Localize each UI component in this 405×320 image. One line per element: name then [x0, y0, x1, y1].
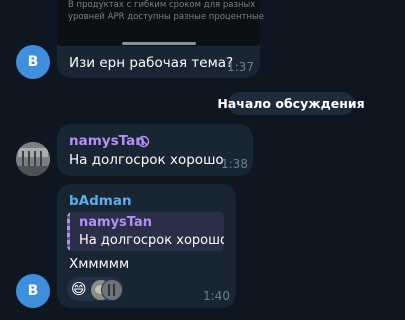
- grinning-face-icon[interactable]: 😄: [71, 279, 87, 299]
- message-text: Изи ерн рабочая тема?: [69, 55, 234, 71]
- avatar-namystan[interactable]: [16, 142, 50, 176]
- avatar-badman[interactable]: B: [16, 45, 50, 79]
- discussion-start-pill: Начало обсуждения: [217, 92, 365, 115]
- media-caption-line2: уровней APR доступны разные процентные: [68, 12, 264, 22]
- media-preview[interactable]: В продуктах с гибким сроком для разных у…: [57, 0, 264, 46]
- reaction-user-avatar-2: [101, 279, 123, 301]
- media-caption-line1: В продуктах с гибким сроком для разных: [68, 0, 256, 10]
- reply-accent-bar: [67, 212, 70, 251]
- message-time: 1:37: [227, 60, 254, 74]
- reply-text: На долгосрок хорошо: [79, 233, 224, 248]
- message-bubble-badman[interactable]: bAdman namysTan На долгосрок хорошо Хммм…: [57, 184, 236, 308]
- message-bubble-namystan[interactable]: namysTan На долгосрок хорошо 1:38: [57, 124, 253, 176]
- avatar-photo: [16, 142, 50, 176]
- message-text: На долгосрок хорошо: [69, 152, 224, 168]
- message-bubble-top[interactable]: В продуктах с гибким сроком для разных у…: [57, 0, 264, 78]
- avatar-initial: B: [27, 54, 39, 70]
- reply-author: namysTan: [79, 215, 153, 230]
- avatar-badman[interactable]: B: [16, 274, 50, 308]
- ban-circle-icon: [137, 135, 150, 148]
- media-scroll-indicator: [122, 42, 196, 45]
- author-name[interactable]: bAdman: [69, 193, 132, 209]
- reactions-row[interactable]: 😄: [67, 277, 123, 301]
- avatar-initial: B: [27, 283, 39, 299]
- message-time: 1:38: [221, 157, 248, 171]
- author-name[interactable]: namysTan: [69, 133, 145, 149]
- message-text: Хммммм: [69, 256, 130, 272]
- reply-quote[interactable]: namysTan На долгосрок хорошо: [67, 212, 224, 251]
- message-time: 1:40: [203, 289, 230, 303]
- discussion-start-label: Начало обсуждения: [217, 96, 365, 111]
